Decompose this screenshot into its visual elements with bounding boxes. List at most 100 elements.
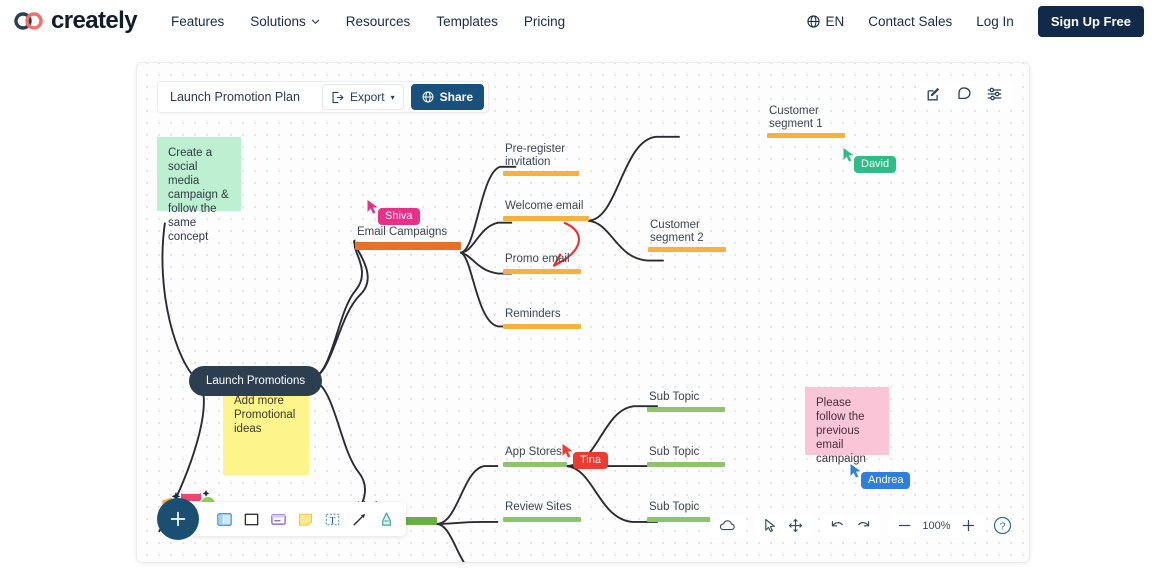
- arrow-connector-icon[interactable]: [351, 511, 368, 528]
- sticky-note-yellow[interactable]: Add more Promotional ideas: [223, 385, 309, 475]
- node-sub-topic-2[interactable]: Sub Topic: [647, 446, 725, 467]
- node-bar: [503, 171, 579, 176]
- rectangle-shape-icon[interactable]: [243, 511, 260, 528]
- node-reminders[interactable]: Reminders: [503, 308, 581, 329]
- globe-icon: [807, 14, 821, 28]
- site-header: creately Features Solutions Resources Te…: [0, 0, 1160, 42]
- export-label: Export: [349, 90, 385, 104]
- language-selector[interactable]: EN: [807, 14, 844, 29]
- sticky-note-icon[interactable]: [297, 511, 314, 528]
- text-box-icon[interactable]: T: [324, 511, 341, 528]
- minus-icon[interactable]: [898, 519, 911, 532]
- chevron-down-icon: [311, 19, 319, 24]
- container-shape-icon[interactable]: [216, 511, 233, 528]
- svg-text:T: T: [330, 516, 336, 526]
- node-label: Customer segment 2: [650, 219, 704, 244]
- node-welcome-email[interactable]: Welcome email: [503, 200, 589, 221]
- collab-name-tag: Shiva: [378, 208, 420, 225]
- nav-label: Pricing: [523, 13, 566, 29]
- node-review-sites[interactable]: Review Sites: [503, 501, 581, 522]
- plus-icon[interactable]: [962, 519, 975, 532]
- node-pre-register-invitation[interactable]: Pre-register invitation: [503, 143, 579, 176]
- brand-name: creately: [51, 7, 138, 34]
- brand-logo[interactable]: creately: [14, 7, 138, 35]
- node-bar: [647, 406, 725, 412]
- zoom-level-label: 100%: [922, 519, 951, 532]
- nav-item-solutions[interactable]: Solutions: [250, 14, 320, 29]
- node-label: Review Sites: [505, 501, 572, 513]
- node-label: Pre-register invitation: [505, 143, 566, 168]
- plus-icon: [170, 511, 186, 527]
- node-label: Sub Topic: [649, 501, 700, 513]
- log-in-link[interactable]: Log In: [976, 14, 1014, 29]
- nav-item-templates[interactable]: Templates: [436, 14, 498, 29]
- document-toolbar: Launch Promotion Plan Export ▾ Share: [157, 81, 490, 113]
- sticky-note-pink[interactable]: Please follow the previous email campaig…: [805, 387, 889, 465]
- mindmap-root-node[interactable]: Launch Promotions: [189, 366, 323, 396]
- zoom-group: 100%: [889, 514, 984, 537]
- node-label: Sub Topic: [649, 446, 700, 458]
- sign-up-free-button[interactable]: Sign Up Free: [1037, 5, 1144, 37]
- add-shape-button[interactable]: [157, 498, 199, 540]
- node-label: Welcome email: [505, 200, 584, 212]
- node-app-stores[interactable]: App Stores: [503, 446, 567, 467]
- comment-icon[interactable]: [956, 86, 972, 102]
- infinity-loop-logo-icon: [14, 12, 43, 30]
- node-label: Sub Topic: [649, 391, 700, 403]
- globe-share-icon: [422, 91, 434, 103]
- shape-tool-bar: T: [190, 502, 406, 536]
- node-bar: [767, 133, 845, 138]
- export-button[interactable]: Export ▾: [321, 84, 404, 110]
- help-button[interactable]: ?: [993, 516, 1012, 535]
- collab-name-tag: Tina: [573, 452, 608, 469]
- node-customer-segment-1[interactable]: Customer segment 1: [767, 105, 845, 138]
- share-label: Share: [439, 90, 474, 104]
- pan-move-icon[interactable]: [788, 518, 803, 533]
- canvas-top-right-tools: [917, 81, 1012, 107]
- node-label: Customer segment 1: [769, 105, 823, 130]
- contact-sales-link[interactable]: Contact Sales: [868, 14, 952, 29]
- save-group: [710, 514, 745, 537]
- node-bar: [647, 461, 725, 467]
- node-bar: [503, 461, 567, 467]
- history-group: [821, 513, 880, 538]
- nav-item-pricing[interactable]: Pricing: [524, 14, 565, 29]
- node-email-campaigns[interactable]: Email Campaigns: [355, 226, 461, 250]
- settings-sliders-icon[interactable]: [986, 86, 1003, 102]
- node-bar: [503, 215, 589, 221]
- share-button[interactable]: Share: [410, 84, 485, 110]
- node-bar: [503, 323, 581, 329]
- nav-item-resources[interactable]: Resources: [346, 14, 411, 29]
- cloud-save-icon[interactable]: [719, 519, 736, 532]
- node-label: App Stores: [505, 446, 562, 458]
- undo-icon[interactable]: [830, 519, 845, 533]
- node-label: Promo email: [505, 253, 570, 265]
- canvas-bottom-right-controls: 100% ?: [710, 513, 1012, 538]
- export-caret: ▾: [390, 92, 395, 102]
- collab-name-tag: David: [854, 156, 897, 173]
- node-promo-email[interactable]: Promo email: [503, 253, 581, 274]
- edit-icon[interactable]: [926, 86, 942, 102]
- help-question-icon: ?: [993, 516, 1012, 535]
- node-sub-topic-1[interactable]: Sub Topic: [647, 391, 725, 412]
- export-icon: [332, 91, 344, 103]
- node-label: Reminders: [505, 308, 561, 320]
- svg-text:?: ?: [1000, 521, 1006, 532]
- redo-icon[interactable]: [856, 519, 871, 533]
- pen-highlighter-icon[interactable]: [378, 511, 395, 528]
- node-label: Email Campaigns: [357, 226, 448, 238]
- card-shape-icon[interactable]: [270, 511, 287, 528]
- diagram-canvas[interactable]: Launch Promotion Plan Export ▾ Share Cre…: [136, 62, 1030, 563]
- cursor-select-icon[interactable]: [763, 518, 777, 533]
- node-bar: [503, 268, 581, 274]
- node-customer-segment-2[interactable]: Customer segment 2: [648, 219, 726, 252]
- nav-item-features[interactable]: Features: [171, 14, 224, 29]
- node-bar: [648, 247, 726, 252]
- node-bar: [503, 516, 581, 522]
- pointer-tools-group: [754, 513, 812, 538]
- collab-name-tag: Andrea: [861, 472, 911, 489]
- language-label: EN: [825, 13, 845, 29]
- sticky-note-green[interactable]: Create a social media campaign & follow …: [157, 137, 241, 243]
- log-in-label: Log In: [976, 13, 1014, 29]
- document-title[interactable]: Launch Promotion Plan: [158, 90, 322, 104]
